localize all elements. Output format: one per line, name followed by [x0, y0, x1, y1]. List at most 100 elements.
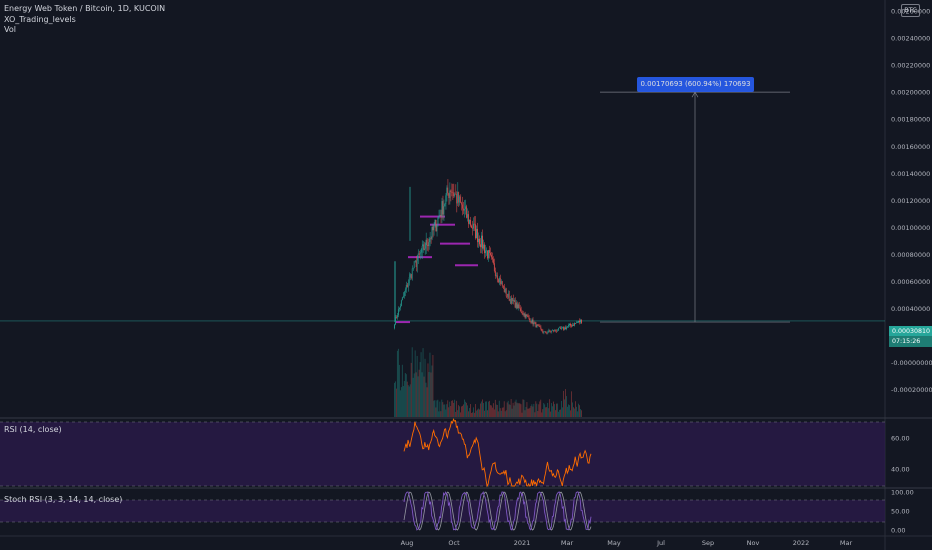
candle-body: [446, 187, 448, 196]
indicator-volume-label[interactable]: Vol: [4, 25, 16, 34]
candle-body: [402, 295, 404, 298]
candle-body: [493, 263, 495, 271]
volume-bar: [402, 385, 404, 417]
volume-bar: [427, 363, 429, 417]
candle-body: [544, 331, 546, 332]
volume-bar: [462, 405, 463, 417]
volume-bar: [572, 402, 573, 417]
candle-body: [447, 187, 449, 194]
candle-body: [396, 315, 398, 318]
candle-body: [571, 325, 572, 327]
volume-bar: [577, 411, 578, 417]
volume-bar: [560, 409, 561, 417]
volume-bar: [439, 401, 441, 417]
candle-body: [498, 277, 500, 283]
volume-bar: [414, 350, 416, 417]
chart-canvas[interactable]: 0.002600000.002400000.002200000.00200000…: [0, 0, 932, 550]
volume-bar: [409, 384, 411, 417]
candle-body: [528, 316, 530, 319]
volume-bar: [474, 412, 475, 417]
volume-bar: [483, 403, 484, 417]
candle-body: [529, 318, 531, 323]
volume-bar: [470, 404, 471, 417]
candle-body: [496, 275, 498, 280]
volume-bar: [394, 381, 396, 417]
volume-bar: [539, 401, 541, 417]
candle-body: [543, 331, 545, 333]
candle-body: [537, 324, 539, 326]
volume-bar: [494, 399, 496, 417]
time-tick-label: Sep: [702, 539, 714, 547]
candle-body: [503, 286, 505, 293]
time-tick-label: Oct: [448, 539, 460, 547]
candle-body: [551, 330, 553, 332]
stoch-level-label: 0.00: [891, 527, 905, 535]
candle-body: [574, 322, 575, 326]
candle-body: [510, 298, 512, 304]
volume-bar: [541, 412, 543, 417]
volume-bar: [537, 411, 539, 417]
volume-bar: [571, 391, 572, 417]
candle-body: [445, 195, 447, 205]
indicator-xo-levels-label[interactable]: XO_Trading_levels: [4, 15, 76, 24]
price-tick-label: 0.00180000: [891, 116, 930, 124]
rsi-pane-label[interactable]: RSI (14, close): [4, 425, 62, 434]
candle-body: [579, 320, 580, 323]
candle-body: [416, 260, 418, 267]
symbol-title[interactable]: Energy Web Token / Bitcoin, 1D, KUCOIN: [4, 4, 165, 13]
candle-body: [485, 250, 486, 254]
volume-bar: [399, 390, 401, 417]
candle-body: [524, 313, 526, 318]
currency-badge[interactable]: BTC: [901, 4, 920, 17]
candle-body: [546, 332, 548, 334]
volume-bar: [444, 404, 446, 417]
candle-body: [516, 302, 518, 309]
candle-body: [554, 329, 555, 332]
candle-body: [472, 227, 473, 229]
price-tick-label: 0.00200000: [891, 89, 930, 97]
volume-bar: [484, 410, 485, 417]
candle-body: [559, 327, 560, 329]
time-tick-label: 2022: [793, 539, 810, 547]
candle-body: [525, 314, 527, 318]
volume-bar: [408, 386, 410, 417]
candle-body: [527, 315, 529, 317]
candle-body: [568, 325, 569, 327]
volume-bar: [525, 406, 527, 417]
volume-bar: [579, 405, 580, 417]
price-tick-label: 0.00160000: [891, 143, 930, 151]
volume-bar: [410, 362, 412, 417]
volume-bar: [416, 355, 418, 417]
volume-bar: [434, 400, 436, 417]
candle-body: [555, 329, 556, 331]
candle-body: [545, 331, 547, 333]
volume-bar: [477, 409, 478, 417]
candle-body: [404, 289, 406, 292]
volume-bar: [497, 411, 499, 417]
volume-bar: [529, 407, 531, 417]
volume-bar: [443, 404, 445, 417]
measure-tool-label[interactable]: 0.00170693 (600.94%) 170693: [637, 77, 754, 92]
volume-bar: [493, 409, 495, 417]
candle-body: [458, 191, 460, 203]
stoch-pane-label[interactable]: Stoch RSI (3, 3, 14, 14, close): [4, 495, 122, 504]
candle-body: [463, 208, 464, 211]
volume-bar: [453, 402, 455, 417]
volume-bar: [479, 409, 480, 417]
candle-body: [513, 300, 515, 302]
candle-body: [534, 322, 536, 324]
candle-body: [395, 317, 397, 318]
candle-body: [466, 206, 467, 218]
volume-bar: [502, 407, 504, 417]
candle-body: [566, 327, 567, 330]
volume-bar: [421, 372, 423, 417]
candle-body: [455, 193, 457, 195]
candle-body: [533, 322, 535, 325]
time-tick-label: 2021: [514, 539, 531, 547]
candle-body: [413, 261, 415, 269]
volume-bar: [518, 403, 520, 417]
volume-bar: [498, 400, 500, 417]
candle-body: [558, 327, 559, 331]
candle-body: [542, 331, 544, 333]
volume-bar: [472, 412, 473, 417]
